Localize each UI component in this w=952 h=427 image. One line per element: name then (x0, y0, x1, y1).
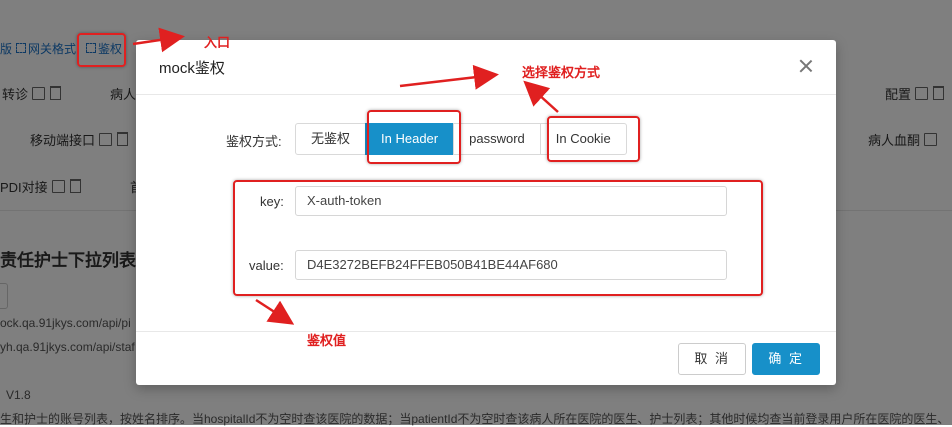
arrow-select-header (399, 64, 499, 90)
annotation-arrows (132, 27, 559, 325)
arrow-select-cookie (523, 80, 559, 113)
arrow-entry (132, 27, 185, 53)
arrow-auth-value (255, 298, 295, 325)
